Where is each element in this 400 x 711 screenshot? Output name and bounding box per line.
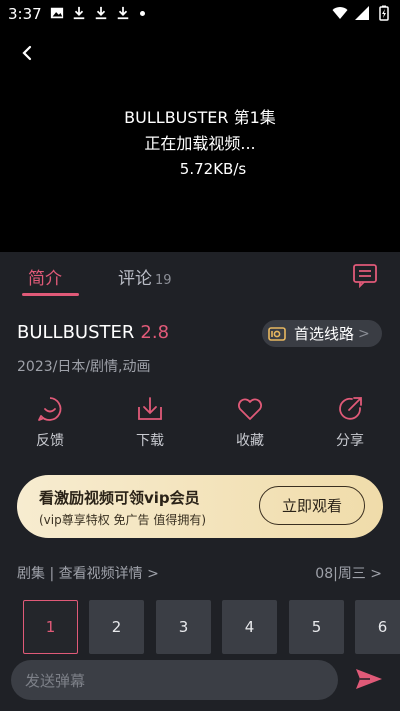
comments-count: 19 — [155, 273, 172, 288]
download-notif-icon — [117, 6, 129, 20]
status-bar: 3:37 — [0, 0, 400, 28]
share-icon — [339, 397, 362, 420]
image-icon — [50, 7, 64, 19]
vip-subtitle: (vip尊享特权 免广告 值得拥有) — [39, 513, 207, 527]
feedback-icon — [38, 397, 62, 421]
action-label: 下载 — [136, 433, 164, 449]
signal-icon — [355, 6, 369, 20]
action-label: 分享 — [336, 433, 364, 449]
tab-comments[interactable]: 评论 19 — [118, 264, 172, 289]
action-label: 收藏 — [236, 433, 264, 449]
vip-title: 看激励视频可领vip会员 — [39, 489, 200, 507]
video-player[interactable]: 3:37 BULLBUSTER 第1集 正在加载视频... 5.72KB/s — [0, 0, 400, 252]
episodes-header-link[interactable]: 剧集 | 查看视频详情 > — [17, 563, 159, 583]
danmu-list-icon[interactable] — [352, 262, 378, 288]
system-icons — [332, 5, 392, 21]
share-button[interactable]: 分享 — [320, 395, 380, 450]
watch-ad-button[interactable]: 立即观看 — [259, 486, 365, 525]
show-title: BULLBUSTER 2.8 — [17, 322, 169, 343]
download-icon — [138, 397, 162, 420]
show-meta: 2023/日本/剧情,动画 — [17, 359, 151, 375]
episode-item[interactable]: 1 — [23, 600, 78, 654]
tab-bar: 简介 评论 19 — [0, 252, 400, 302]
show-name: BULLBUSTER — [17, 322, 135, 343]
episode-item[interactable]: 4 — [222, 600, 277, 654]
action-row: 反馈 下载 收藏 分享 — [0, 395, 400, 455]
send-icon[interactable] — [354, 667, 384, 691]
route-select-button[interactable]: 首选线路 > — [262, 320, 382, 347]
danmu-input[interactable]: 发送弹幕 — [11, 660, 338, 700]
notification-icons — [50, 6, 145, 20]
back-arrow-icon — [22, 45, 32, 61]
route-label: 首选线路 — [294, 325, 355, 343]
video-loading-text: 正在加载视频... — [144, 134, 256, 153]
vip-banner[interactable]: 看激励视频可领vip会员 (vip尊享特权 免广告 值得拥有) 立即观看 — [17, 475, 383, 538]
tab-intro[interactable]: 简介 — [28, 264, 62, 289]
show-score: 2.8 — [140, 322, 170, 343]
episodes-schedule-link[interactable]: 08|周三 > — [315, 563, 382, 583]
screen: 3:37 BULLBUSTER 第1集 正在加载视频... 5.72KB/s 简… — [0, 0, 400, 711]
back-button[interactable] — [14, 40, 40, 66]
episode-item[interactable]: 3 — [156, 600, 211, 654]
route-icon — [268, 326, 286, 341]
favorite-button[interactable]: 收藏 — [220, 395, 280, 450]
video-episode-title: BULLBUSTER 第1集 — [124, 108, 276, 127]
episode-item[interactable]: 2 — [89, 600, 144, 654]
action-label: 反馈 — [36, 433, 64, 449]
feedback-button[interactable]: 反馈 — [20, 395, 80, 450]
episode-item[interactable]: 6 — [355, 600, 400, 654]
more-notifications-dot — [140, 10, 145, 16]
download-notif-icon — [73, 6, 85, 20]
wifi-icon — [332, 7, 348, 19]
episode-list: 1 2 3 4 5 6 — [23, 600, 400, 654]
download-button[interactable]: 下载 — [120, 395, 180, 450]
danmu-bar: 发送弹幕 — [0, 655, 400, 711]
tab-comments-label: 评论 — [118, 269, 152, 289]
video-load-speed: 5.72KB/s — [179, 160, 247, 178]
battery-icon — [379, 5, 389, 21]
episode-item[interactable]: 5 — [289, 600, 344, 654]
download-notif-icon — [95, 6, 107, 20]
tab-active-indicator — [22, 293, 79, 296]
heart-icon — [238, 398, 262, 420]
route-chevron: > — [358, 325, 370, 342]
status-time: 3:37 — [8, 5, 42, 23]
